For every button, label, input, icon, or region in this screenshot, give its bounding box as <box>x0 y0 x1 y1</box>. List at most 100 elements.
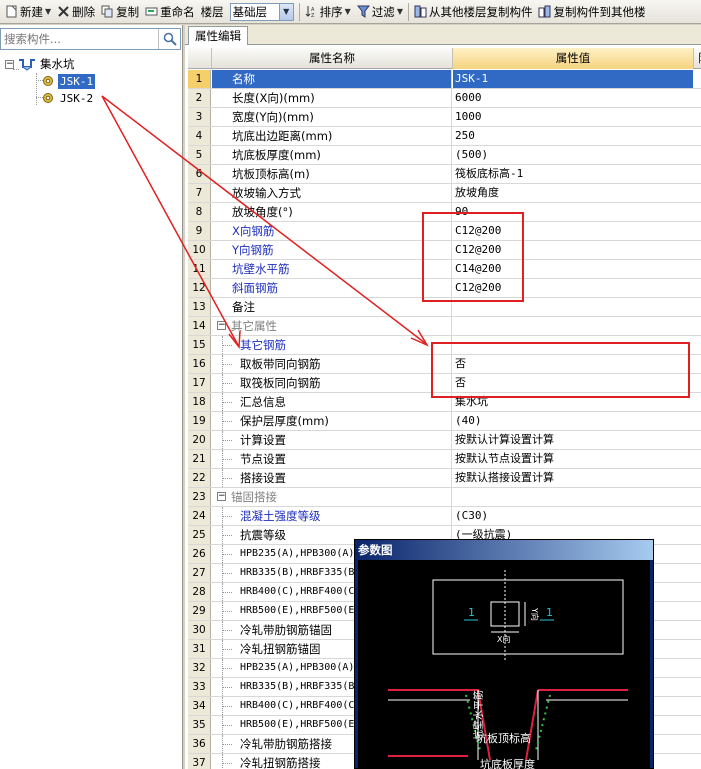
property-name-cell[interactable]: 其它钢筋 <box>212 336 452 354</box>
table-row[interactable]: 22 搭接设置 按默认搭接设置计算 <box>188 469 701 488</box>
table-row[interactable]: 2 长度(X向)(mm) 6000 <box>188 89 701 108</box>
row-number[interactable]: 21 <box>188 450 211 468</box>
table-row[interactable]: 3 宽度(Y向)(mm) 1000 <box>188 108 701 127</box>
row-number[interactable]: 31 <box>188 640 211 658</box>
collapse-icon[interactable]: − <box>5 59 14 69</box>
row-number[interactable]: 36 <box>188 735 211 753</box>
property-value-cell[interactable]: 250 <box>453 127 693 145</box>
chevron-down-icon[interactable]: ▼ <box>278 3 293 20</box>
row-number[interactable]: 19 <box>188 412 211 430</box>
row-number[interactable]: 24 <box>188 507 211 525</box>
row-number[interactable]: 3 <box>188 108 211 126</box>
property-name-cell[interactable]: 节点设置 <box>212 450 452 468</box>
table-row[interactable]: 23− 锚固搭接 <box>188 488 701 507</box>
row-number[interactable]: 18 <box>188 393 211 411</box>
table-row[interactable]: 6 坑板顶标高(m) 筏板底标高-1 <box>188 165 701 184</box>
property-value-cell[interactable]: 1000 <box>453 108 693 126</box>
table-row[interactable]: 5 坑底板厚度(mm) (500) <box>188 146 701 165</box>
popup-title[interactable]: 参数图 <box>355 540 653 560</box>
filter-button[interactable]: 过滤 ▼ <box>354 2 406 22</box>
property-name-cell[interactable]: 宽度(Y向)(mm) <box>212 108 452 126</box>
row-number[interactable]: 5 <box>188 146 211 164</box>
property-name-cell[interactable]: − 锚固搭接 <box>212 488 452 506</box>
copy-to-floor-button[interactable]: 复制构件到其他楼 <box>535 2 648 22</box>
property-name-cell[interactable]: 保护层厚度(mm) <box>212 412 452 430</box>
collapse-icon[interactable]: − <box>217 321 226 330</box>
header-property-value[interactable]: 属性值 <box>453 48 694 69</box>
property-value-cell[interactable] <box>453 488 693 506</box>
table-row[interactable]: 19 保护层厚度(mm) (40) <box>188 412 701 431</box>
tree-item-jsk-1[interactable]: JSK-1 <box>42 73 96 89</box>
property-name-cell[interactable]: 长度(X向)(mm) <box>212 89 452 107</box>
table-row[interactable]: 4 坑底出边距离(mm) 250 <box>188 127 701 146</box>
header-property-name[interactable]: 属性名称 <box>212 48 453 69</box>
property-name-cell[interactable]: 取板带同向钢筋 <box>212 355 452 373</box>
row-number[interactable]: 11 <box>188 260 211 278</box>
row-number[interactable]: 34 <box>188 697 211 715</box>
rename-button[interactable]: 重命名 <box>142 2 198 22</box>
property-name-cell[interactable]: 坑板顶标高(m) <box>212 165 452 183</box>
row-number[interactable]: 22 <box>188 469 211 487</box>
property-value-cell[interactable]: (500) <box>453 146 693 164</box>
property-name-cell[interactable]: 放坡角度(°) <box>212 203 452 221</box>
row-number[interactable]: 20 <box>188 431 211 449</box>
row-number[interactable]: 16 <box>188 355 211 373</box>
row-number[interactable]: 32 <box>188 659 211 677</box>
row-number[interactable]: 13 <box>188 298 211 316</box>
row-number[interactable]: 25 <box>188 526 211 544</box>
row-number[interactable]: 4 <box>188 127 211 145</box>
property-value-cell[interactable]: 按默认节点设置计算 <box>453 450 693 468</box>
header-extra[interactable]: 附 <box>694 48 701 69</box>
row-number[interactable]: 7 <box>188 184 211 202</box>
property-name-cell[interactable]: 坑底出边距离(mm) <box>212 127 452 145</box>
property-value-cell[interactable] <box>453 317 693 335</box>
property-name-cell[interactable]: 备注 <box>212 298 452 316</box>
property-value-cell[interactable]: JSK-1 <box>453 70 693 88</box>
property-name-cell[interactable]: 斜面钢筋 <box>212 279 452 297</box>
property-name-cell[interactable]: 计算设置 <box>212 431 452 449</box>
row-number[interactable]: 10 <box>188 241 211 259</box>
property-name-cell[interactable]: 汇总信息 <box>212 393 452 411</box>
row-number[interactable]: 28 <box>188 583 211 601</box>
row-number[interactable]: 33 <box>188 678 211 696</box>
property-name-cell[interactable]: − 其它属性 <box>212 317 452 335</box>
collapse-icon[interactable]: − <box>217 492 226 501</box>
table-row[interactable]: 7 放坡输入方式 放坡角度 <box>188 184 701 203</box>
table-row[interactable]: 20 计算设置 按默认计算设置计算 <box>188 431 701 450</box>
property-value-cell[interactable]: (40) <box>453 412 693 430</box>
floor-select[interactable]: 基础层 ▼ <box>229 2 294 21</box>
delete-button[interactable]: 删除 <box>54 2 98 22</box>
search-button[interactable] <box>158 29 180 49</box>
property-name-cell[interactable]: 放坡输入方式 <box>212 184 452 202</box>
table-row[interactable]: 24 混凝土强度等级 (C30) <box>188 507 701 526</box>
property-value-cell[interactable]: 按默认计算设置计算 <box>453 431 693 449</box>
property-name-cell[interactable]: 取筏板同向钢筋 <box>212 374 452 392</box>
row-number[interactable]: 9 <box>188 222 211 240</box>
property-value-cell[interactable]: 筏板底标高-1 <box>453 165 693 183</box>
copy-button[interactable]: 复制 <box>98 2 142 22</box>
row-number[interactable]: 37 <box>188 754 211 769</box>
property-value-cell[interactable]: (C30) <box>453 507 693 525</box>
property-value-cell[interactable]: 按默认搭接设置计算 <box>453 469 693 487</box>
copy-from-floor-button[interactable]: 从其他楼层复制构件 <box>411 2 536 22</box>
row-number[interactable]: 30 <box>188 621 211 639</box>
tree-item-jsk-2[interactable]: JSK-2 <box>42 90 95 106</box>
property-value-cell[interactable]: 6000 <box>453 89 693 107</box>
property-name-cell[interactable]: 坑壁水平筋 <box>212 260 452 278</box>
sort-button[interactable]: AZ 排序 ▼ <box>302 2 354 22</box>
row-number[interactable]: 29 <box>188 602 211 620</box>
tab-property-edit[interactable]: 属性编辑 <box>188 26 248 45</box>
property-name-cell[interactable]: X向钢筋 <box>212 222 452 240</box>
property-value-cell[interactable]: 放坡角度 <box>453 184 693 202</box>
table-row[interactable]: 21 节点设置 按默认节点设置计算 <box>188 450 701 469</box>
property-name-cell[interactable]: Y向钢筋 <box>212 241 452 259</box>
tree-root-sump[interactable]: − 集水坑 <box>5 56 77 72</box>
property-name-cell[interactable]: 坑底板厚度(mm) <box>212 146 452 164</box>
table-row[interactable]: 14− 其它属性 <box>188 317 701 336</box>
row-number[interactable]: 27 <box>188 564 211 582</box>
row-number[interactable]: 2 <box>188 89 211 107</box>
row-number[interactable]: 26 <box>188 545 211 563</box>
row-number[interactable]: 15 <box>188 336 211 354</box>
row-number[interactable]: 1 <box>188 70 211 88</box>
property-name-cell[interactable]: 搭接设置 <box>212 469 452 487</box>
